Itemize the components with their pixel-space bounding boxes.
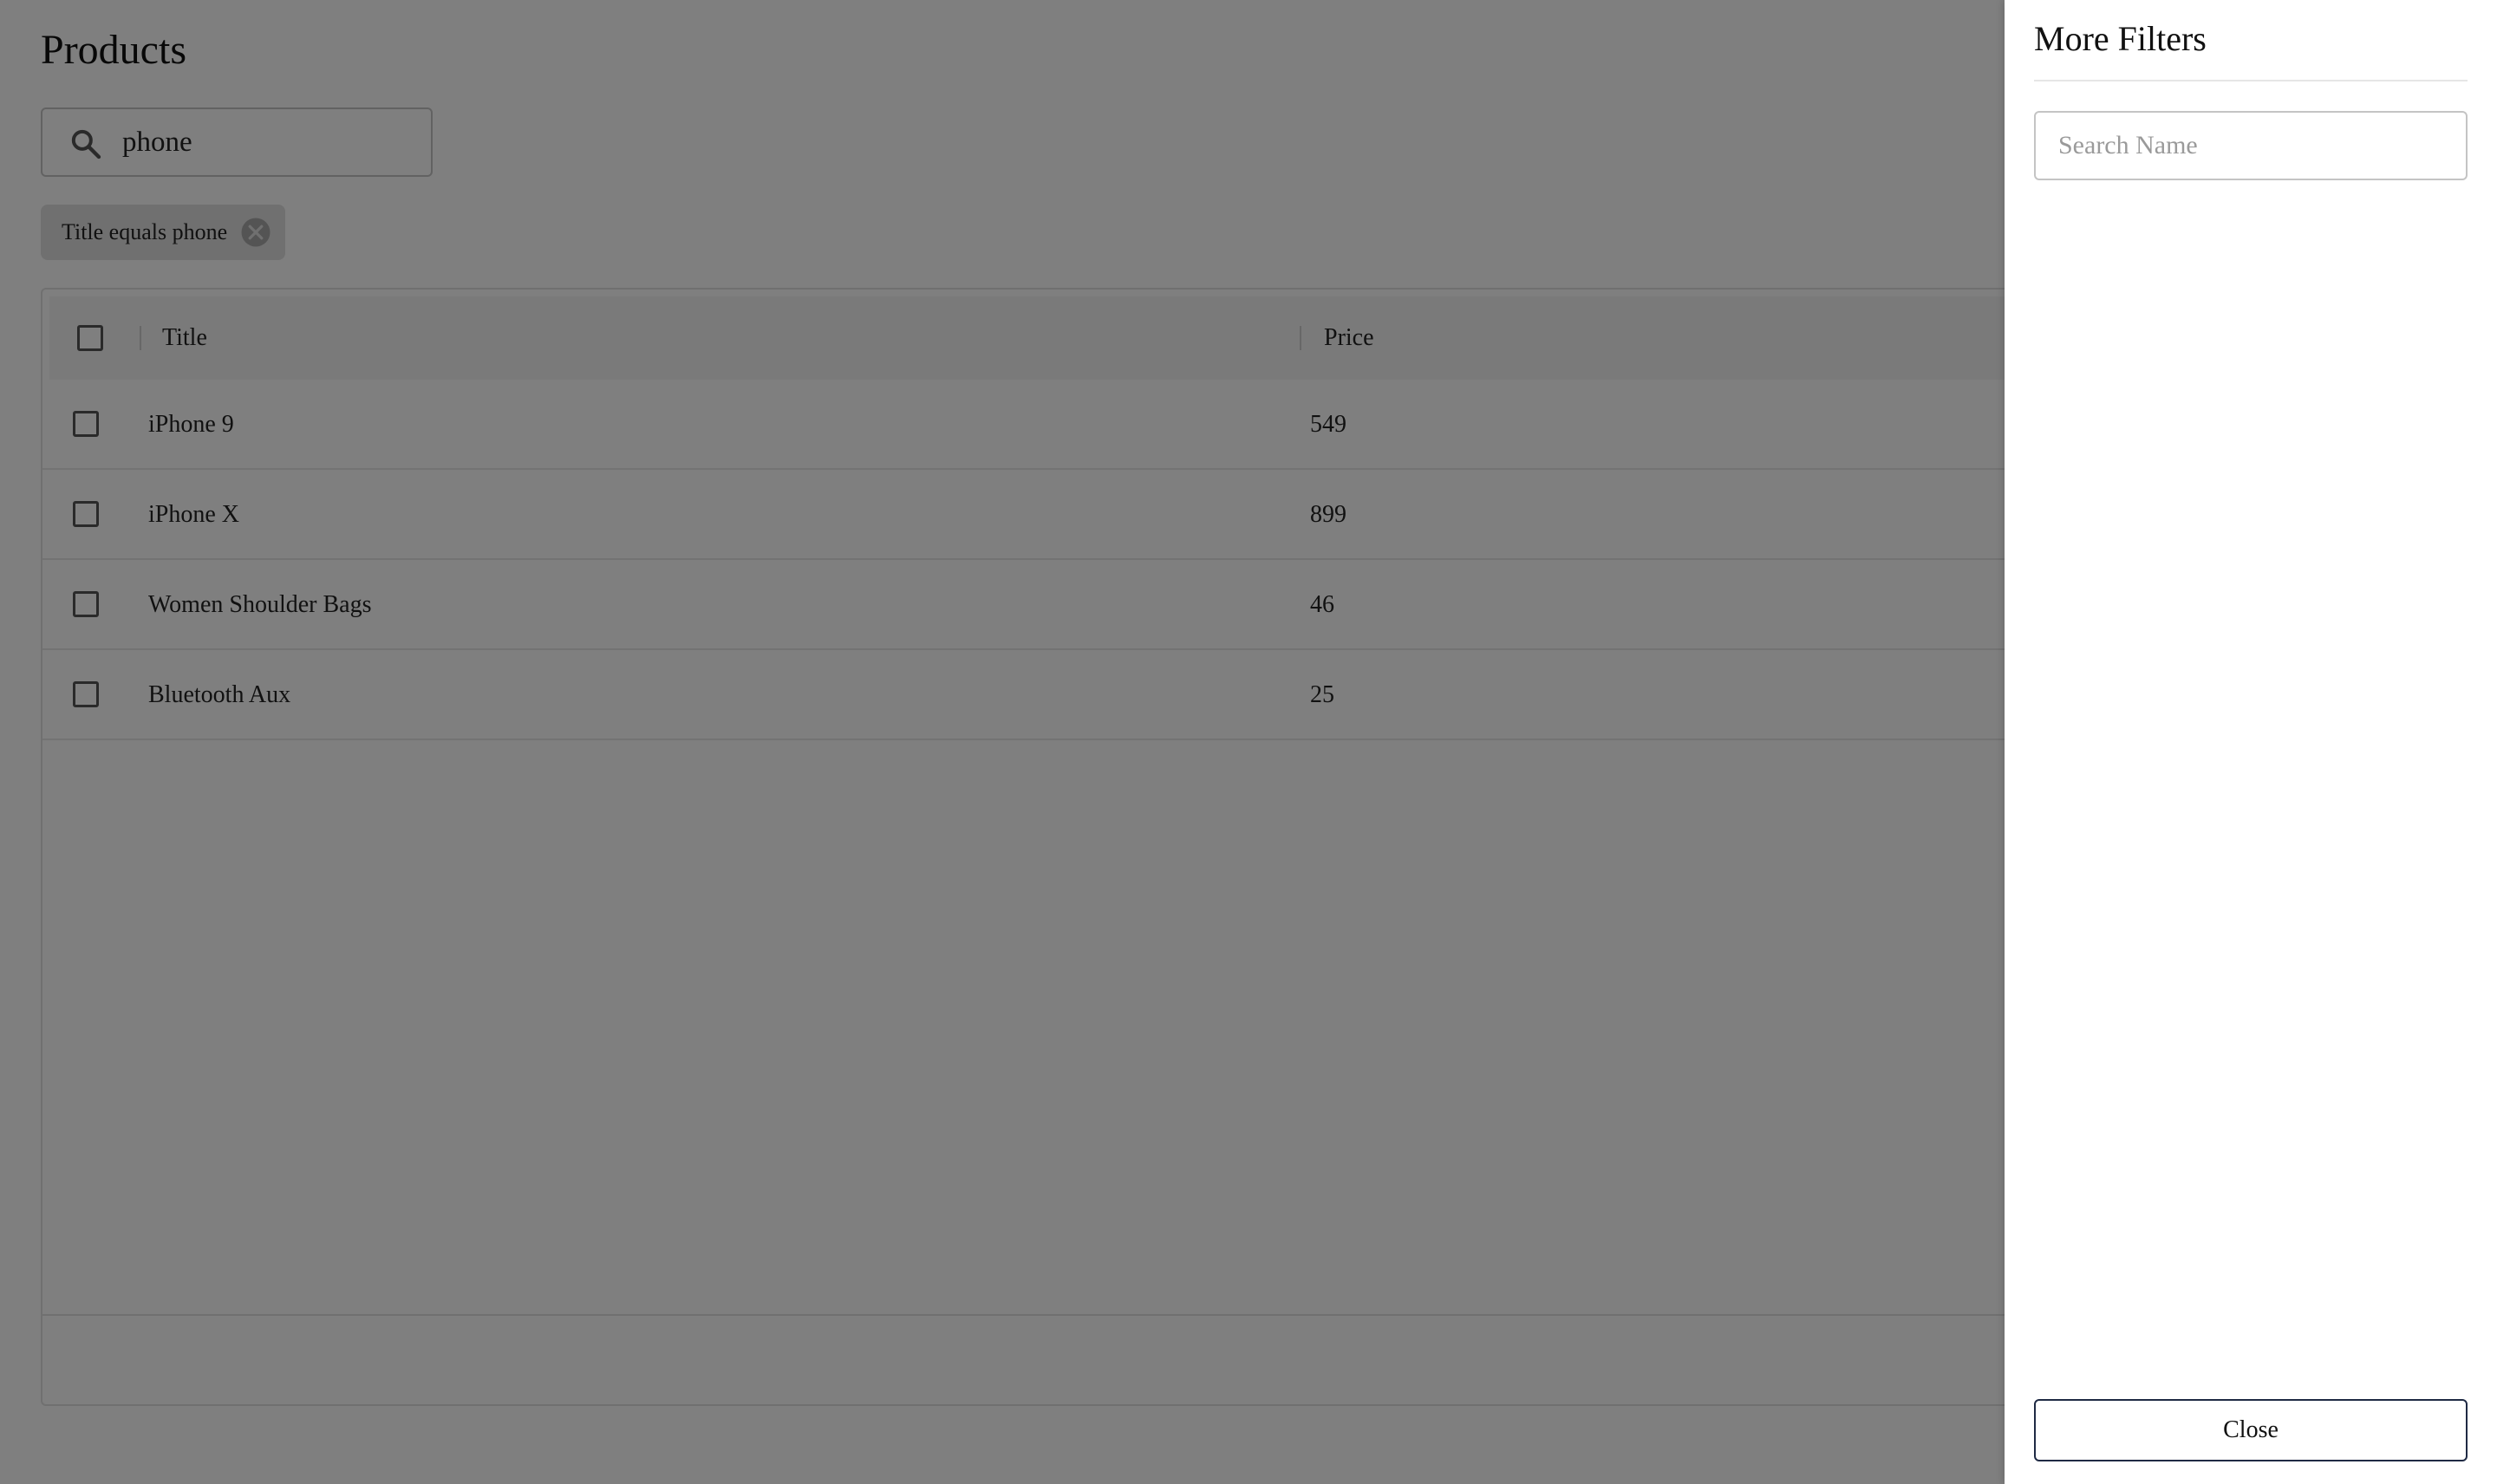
- drawer-title: More Filters: [2034, 19, 2207, 58]
- close-button[interactable]: Close: [2034, 1399, 2468, 1461]
- more-filters-drawer: More Filters Close: [2005, 0, 2497, 1484]
- search-name-input[interactable]: [2034, 111, 2468, 180]
- divider: [2034, 80, 2468, 81]
